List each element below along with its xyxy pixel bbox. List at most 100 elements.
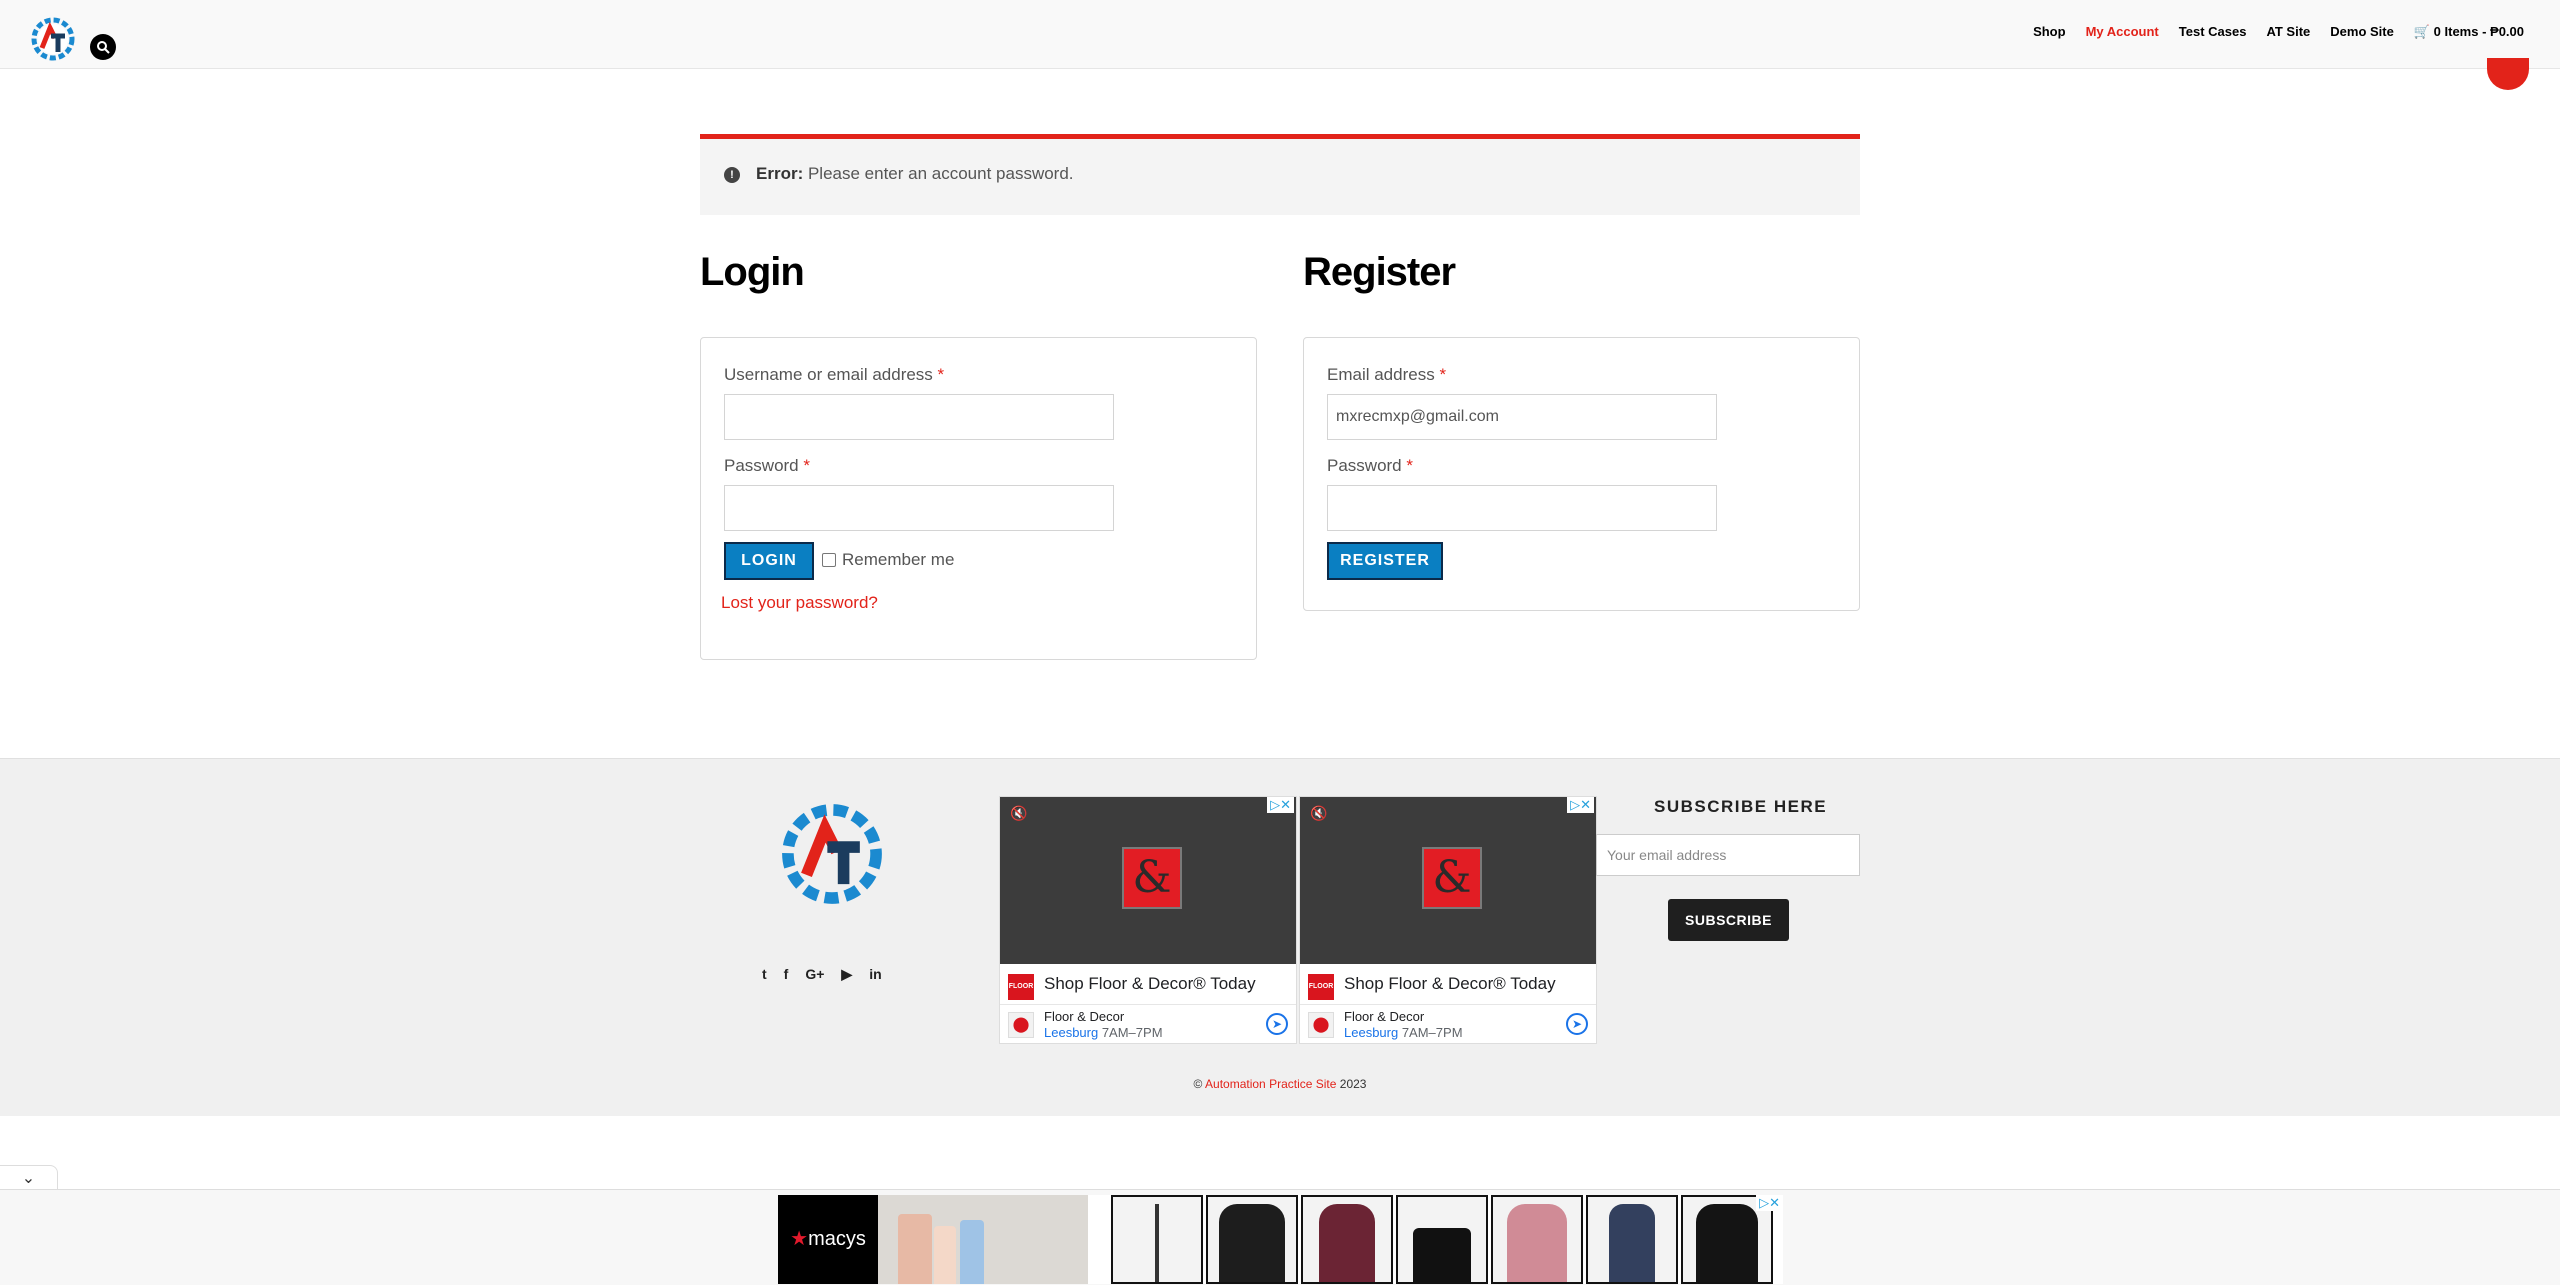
error-notice: ! Error: Please enter an account passwor… [700,134,1860,215]
directions-icon[interactable]: ➤ [1566,1013,1588,1035]
username-input[interactable] [724,394,1114,440]
mute-icon[interactable]: 🔇 [1310,805,1327,822]
required-mark: * [803,456,810,475]
product-tile-shirt[interactable] [1586,1195,1678,1284]
product-tile-boots[interactable] [1396,1195,1488,1284]
required-mark: * [1406,456,1413,475]
login-password-input[interactable] [724,485,1114,531]
lost-password-link[interactable]: Lost your password? [721,593,878,613]
nav-my-account[interactable]: My Account [2086,24,2159,40]
ad-headline-row[interactable]: FLOOR & DECOR Shop Floor & Decor® Today [1000,964,1296,1042]
ad-business-name: Floor & Decor [1044,1009,1125,1024]
ad-choices-icon[interactable]: ▷✕ [1267,797,1294,813]
ad-city[interactable]: Leesburg [1344,1025,1398,1040]
brand-logo: FLOOR & DECOR [1308,974,1334,1042]
error-prefix: Error: [756,164,804,183]
facebook-icon[interactable]: f [784,966,789,983]
subscribe-email-input[interactable]: Your email address [1596,834,1860,876]
product-tile-coat[interactable] [1301,1195,1393,1284]
register-button[interactable]: REGISTER [1327,542,1443,580]
ad-hours: 7AM–7PM [1398,1025,1463,1040]
chevron-down-icon: ⌄ [21,1170,36,1187]
ad-business-name: Floor & Decor [1344,1009,1425,1024]
pen-image [1155,1204,1159,1282]
subscribe-title: SUBSCRIBE HERE [1654,797,1828,816]
floor-decor-ad-2[interactable]: 🔇 ▷✕ & FLOOR & DECOR Shop Floor & Decor®… [1299,796,1597,1044]
ad-location: Leesburg 7AM–7PM [1344,1025,1463,1040]
macys-logo[interactable]: ★macys [778,1195,878,1284]
twitter-icon[interactable]: t [762,966,767,983]
required-mark: * [937,365,945,384]
product-bottle [960,1220,984,1284]
login-password-label: Password * [724,456,810,476]
error-message: Error: Please enter an account password. [756,164,1074,184]
cart-icon: 🛒 [2413,24,2431,39]
shirt-image [1609,1204,1655,1282]
cosmetics-image[interactable] [878,1195,1088,1284]
product-tile-pen[interactable] [1111,1195,1203,1284]
remember-me: Remember me [822,550,954,570]
product-bottle [898,1214,932,1284]
social-links: t f G+ ▶ in [762,966,882,983]
exclamation-icon: ! [724,167,740,183]
login-button[interactable]: LOGIN [724,542,814,580]
site-logo[interactable] [28,14,78,64]
ad-location-row[interactable]: ⬤ Floor & Decor Leesburg 7AM–7PM ➤ [1300,1005,1596,1043]
collapse-ad-button[interactable]: ⌄ [0,1165,58,1190]
youtube-icon[interactable]: ▶ [841,966,852,983]
register-password-label-text: Password [1327,456,1402,475]
nav-test-cases[interactable]: Test Cases [2179,24,2247,40]
boots-image [1413,1228,1471,1282]
register-form: Email address * mxrecmxp@gmail.com Passw… [1303,337,1860,611]
ad-hours: 7AM–7PM [1098,1025,1163,1040]
ad-city[interactable]: Leesburg [1044,1025,1098,1040]
remember-me-checkbox[interactable] [822,553,836,567]
email-label: Email address * [1327,365,1446,385]
linkedin-icon[interactable]: in [869,966,881,983]
copyright-link[interactable]: Automation Practice Site [1205,1077,1336,1091]
login-form: Username or email address * Password * L… [700,337,1257,660]
macys-banner-ad[interactable]: ★macys ▷✕ [778,1195,1783,1284]
required-mark: * [1439,365,1447,384]
puffer-image [1507,1204,1567,1282]
cart-summary: 0 Items - ₱0.00 [2433,24,2524,39]
nav-demo-site[interactable]: Demo Site [2330,24,2394,40]
site-header: Shop My Account Test Cases AT Site Demo … [0,0,2560,69]
product-tile-jacket[interactable] [1206,1195,1298,1284]
brand-logo: FLOOR & DECOR [1008,974,1034,1042]
jacket-image [1219,1204,1285,1282]
ad-location-row[interactable]: ⬤ Floor & Decor Leesburg 7AM–7PM ➤ [1000,1005,1296,1043]
ad-title[interactable]: Shop Floor & Decor® Today [1344,974,1556,994]
footer-logo [782,804,882,904]
login-title: Login [700,250,805,294]
floating-cart-badge[interactable] [2487,58,2529,90]
ampersand-logo: & [1422,847,1482,909]
username-label: Username or email address * [724,365,944,385]
coat-image [1319,1204,1375,1282]
search-icon[interactable] [90,34,116,60]
google-plus-icon[interactable]: G+ [805,966,824,983]
nav-at-site[interactable]: AT Site [2266,24,2310,40]
ad-choices-icon[interactable]: ▷✕ [1756,1195,1783,1211]
ampersand-logo: & [1122,847,1182,909]
username-label-text: Username or email address [724,365,933,384]
register-password-input[interactable] [1327,485,1717,531]
ad-headline-row[interactable]: FLOOR & DECOR Shop Floor & Decor® Today [1300,964,1596,1042]
map-pin-icon: ⬤ [1308,1012,1334,1038]
product-tile-puffer[interactable] [1491,1195,1583,1284]
remember-me-label: Remember me [842,550,955,569]
nav-shop[interactable]: Shop [2033,24,2066,40]
ad-title[interactable]: Shop Floor & Decor® Today [1044,974,1256,994]
mute-icon[interactable]: 🔇 [1010,805,1027,822]
star-icon: ★ [790,1228,809,1250]
copyright-symbol: © [1193,1077,1203,1091]
directions-icon[interactable]: ➤ [1266,1013,1288,1035]
register-title: Register [1303,250,1456,294]
ad-choices-icon[interactable]: ▷✕ [1567,797,1594,813]
subscribe-button[interactable]: SUBSCRIBE [1668,899,1789,941]
login-password-label-text: Password [724,456,799,475]
long-coat-image [1696,1204,1758,1282]
floor-decor-ad-1[interactable]: 🔇 ▷✕ & FLOOR & DECOR Shop Floor & Decor®… [999,796,1297,1044]
register-email-input[interactable]: mxrecmxp@gmail.com [1327,394,1717,440]
nav-cart[interactable]: 🛒 0 Items - ₱0.00 [2414,24,2524,40]
